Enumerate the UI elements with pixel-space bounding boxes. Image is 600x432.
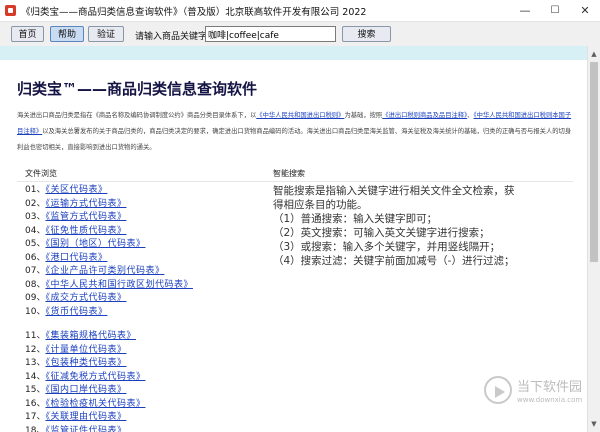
code-table-link[interactable]: 《国内口岸代码表》	[45, 385, 126, 395]
code-table-link[interactable]: 《运输方式代码表》	[45, 199, 126, 209]
window-title: 《归类宝——商品归类信息查询软件》（普及版）北京联高软件开发有限公司 2022	[21, 7, 367, 18]
intro-text: 海关进出口商品归类是指在《商品名称及编码协调制度公约》商品分类目录体系下，以	[17, 112, 257, 119]
code-table-link[interactable]: 《征免性质代码表》	[45, 226, 126, 236]
code-table-link[interactable]: 《征减免税方式代码表》	[45, 372, 145, 382]
code-table-link[interactable]: 《包装种类代码表》	[45, 358, 126, 368]
code-table-link[interactable]: 《检验检疫机关代码表》	[45, 399, 145, 409]
list-item-number: 15、	[25, 385, 46, 395]
list-item-number: 12、	[25, 344, 46, 355]
verify-button[interactable]: 验证	[88, 26, 124, 42]
play-icon	[495, 386, 505, 398]
list-item: 09、《成交方式代码表》	[25, 292, 265, 306]
list-item: 12、《计量单位代码表》	[25, 344, 265, 358]
list-item: 04、《征免性质代码表》	[25, 225, 265, 239]
list-item: 07、《企业产品许可类别代码表》	[25, 265, 265, 279]
smart-search-header: 智能搜索	[273, 169, 305, 178]
close-button[interactable]: ✕	[570, 0, 600, 21]
list-item: 01、《关区代码表》	[25, 184, 265, 198]
scroll-down-arrow-icon[interactable]: ▼	[588, 418, 600, 430]
watermark-text: 当下软件园	[517, 380, 583, 395]
list-item-number: 03、	[25, 212, 46, 222]
code-table-link[interactable]: 《监管方式代码表》	[45, 212, 126, 222]
intro-text: 为基础，按照	[344, 112, 383, 119]
code-table-link[interactable]: 《港口代码表》	[45, 253, 107, 263]
list-item-number: 09、	[25, 293, 46, 303]
intro-link-notes[interactable]: 《进出口税则商品及品目注释》	[382, 112, 467, 119]
list-item: 13、《包装种类代码表》	[25, 357, 265, 371]
code-table-link[interactable]: 《成交方式代码表》	[45, 293, 126, 303]
smart-text-line: （3）或搜索：输入多个关键字，并用竖线隔开；	[273, 241, 501, 253]
list-item-number: 13、	[25, 358, 46, 368]
list-item: 08、《中华人民共和国行政区划代码表》	[25, 279, 265, 293]
code-table-link[interactable]: 《计量单位代码表》	[45, 345, 126, 355]
code-table-link[interactable]: 《货币代码表》	[45, 307, 107, 317]
main-content: 归类宝™——商品归类信息查询软件 海关进出口商品归类是指在《商品名称及编码协调制…	[0, 60, 587, 432]
watermark-logo: 当下软件园 www.downxia.com	[484, 374, 584, 414]
code-table-link[interactable]: 《国别（地区）代码表》	[45, 239, 145, 249]
page-title: 归类宝™——商品归类信息查询软件	[17, 80, 258, 98]
list-item: 10、《货币代码表》	[25, 306, 265, 320]
code-table-link[interactable]: 《集装箱规格代码表》	[45, 331, 136, 341]
file-browse-list: 01、《关区代码表》 02、《运输方式代码表》 03、《监管方式代码表》 04、《征免…	[25, 184, 265, 432]
list-item-number: 17、	[25, 412, 46, 422]
smart-text-line: （2）英文搜索：可输入英文关键字进行搜索；	[273, 227, 490, 239]
smart-search-description: 智能搜索是指输入关键字进行相关文件全文检索，获 得相应条目的功能。 （1）普通搜…	[273, 184, 578, 268]
browse-header: 文件浏览	[25, 169, 57, 178]
search-label: 请输入商品关键字:	[135, 32, 211, 42]
list-item: 11、《集装箱规格代码表》	[25, 330, 265, 344]
list-gap	[25, 319, 265, 330]
maximize-button[interactable]: ☐	[540, 0, 570, 21]
title-bar: 《归类宝——商品归类信息查询软件》（普及版）北京联高软件开发有限公司 2022 …	[0, 0, 600, 22]
smart-text-line: 智能搜索是指输入关键字进行相关文件全文检索，获	[273, 185, 515, 197]
code-table-link[interactable]: 《企业产品许可类别代码表》	[45, 266, 164, 276]
intro-text: 以及海关总署发布的关于商品归类的，商品归类决定的要求，确定进出口货物商品编码的活…	[17, 128, 572, 151]
list-item: 17、《关联理由代码表》	[25, 411, 265, 425]
list-item-number: 10、	[25, 306, 46, 317]
search-input[interactable]	[205, 26, 336, 42]
scroll-up-arrow-icon[interactable]: ▲	[588, 48, 600, 60]
list-item-number: 16、	[25, 398, 46, 409]
code-table-link[interactable]: 《监管证件代码表》	[45, 426, 126, 432]
home-button[interactable]: 首页	[11, 26, 44, 42]
list-item-number: 18、	[25, 425, 46, 432]
list-item-number: 08、	[25, 279, 46, 290]
smart-text-line: （1）普通搜索：输入关键字即可；	[273, 213, 438, 225]
list-item-number: 04、	[25, 225, 46, 236]
smart-text-line: 得相应条目的功能。	[273, 199, 368, 211]
list-item-number: 06、	[25, 252, 46, 263]
list-item: 16、《检验检疫机关代码表》	[25, 398, 265, 412]
list-item: 15、《国内口岸代码表》	[25, 384, 265, 398]
list-item-number: 05、	[25, 239, 46, 249]
list-item: 05、《国别（地区）代码表》	[25, 238, 265, 252]
app-icon	[5, 5, 16, 16]
list-item: 18、《监管证件代码表》	[25, 425, 265, 432]
smart-text-line: （4）搜索过滤：关键字前面加减号（-）进行过滤；	[273, 255, 515, 267]
code-table-link[interactable]: 《中华人民共和国行政区划代码表》	[45, 280, 193, 290]
intro-link-tariff[interactable]: 《中华人民共和国进出口税则》	[256, 112, 344, 119]
list-item: 02、《运输方式代码表》	[25, 198, 265, 212]
watermark-url: www.downxia.com	[517, 396, 583, 404]
list-item-number: 02、	[25, 198, 46, 209]
list-item: 03、《监管方式代码表》	[25, 211, 265, 225]
vertical-scrollbar[interactable]: ▲ ▼	[587, 46, 600, 432]
intro-paragraph: 海关进出口商品归类是指在《商品名称及编码协调制度公约》商品分类目录体系下，以《中…	[17, 108, 577, 156]
list-item: 06、《港口代码表》	[25, 252, 265, 266]
list-item-number: 14、	[25, 371, 46, 382]
code-table-link[interactable]: 《关联理由代码表》	[45, 412, 126, 422]
code-table-link[interactable]: 《关区代码表》	[45, 185, 107, 195]
watermark-circle-icon	[484, 376, 512, 404]
header-band	[0, 46, 587, 60]
divider	[17, 181, 573, 182]
list-item: 14、《征减免税方式代码表》	[25, 371, 265, 385]
scroll-thumb[interactable]	[590, 62, 598, 262]
minimize-button[interactable]: —	[510, 0, 540, 21]
list-item-number: 11、	[25, 331, 46, 341]
help-button[interactable]: 帮助	[50, 26, 84, 42]
toolbar: 首页 帮助 验证 请输入商品关键字: 搜索	[0, 22, 600, 46]
list-item-number: 07、	[25, 266, 46, 276]
list-item-number: 01、	[25, 185, 46, 195]
search-button[interactable]: 搜索	[342, 26, 391, 42]
